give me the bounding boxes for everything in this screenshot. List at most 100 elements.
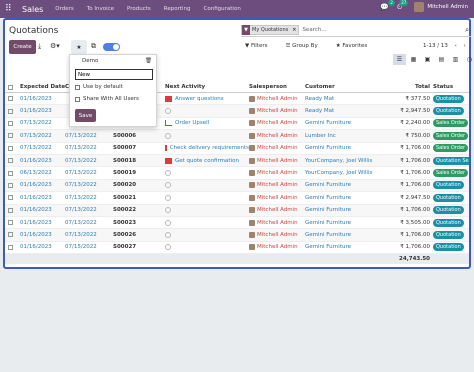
next-activity[interactable] xyxy=(165,231,249,238)
row-checkbox[interactable] xyxy=(5,108,15,114)
chat-badge: 2 xyxy=(388,0,395,6)
activity-icon[interactable] xyxy=(165,194,171,201)
next-activity[interactable]: Answer questions xyxy=(165,95,249,102)
row-checkbox[interactable] xyxy=(5,232,15,238)
row-checkbox[interactable] xyxy=(5,133,15,139)
col-salesperson[interactable]: Salesperson xyxy=(249,84,305,90)
calendar-view-icon[interactable]: ▣ xyxy=(421,54,434,65)
next-activity[interactable] xyxy=(165,194,249,201)
status-badge: Quotation xyxy=(433,94,464,103)
menu-reporting[interactable]: Reporting xyxy=(164,6,191,12)
table-row[interactable]: 01/16/2023 07/13/2022 S00020 Mitchell Admin… xyxy=(5,179,469,193)
search-input[interactable]: Search... xyxy=(302,27,326,33)
search-bar[interactable]: ▼ My Quotations × Search... ⌕ xyxy=(241,24,471,37)
pager-value[interactable]: 1-13 / 13 xyxy=(423,43,448,49)
menu-to-invoice[interactable]: To Invoice xyxy=(87,6,114,12)
app-name[interactable]: Sales xyxy=(22,5,43,14)
table-row[interactable]: 06/13/2022 07/13/2022 S00019 Mitchell Admin… xyxy=(5,167,469,180)
next-activity[interactable]: Get quote confirmation xyxy=(165,157,249,164)
download-icon[interactable]: ⤓ xyxy=(38,42,41,51)
col-customer[interactable]: Customer xyxy=(305,84,375,90)
row-checkbox[interactable] xyxy=(5,170,15,176)
next-activity[interactable]: Order Upsell xyxy=(165,120,249,127)
trash-icon[interactable]: 🗑 xyxy=(145,58,152,64)
row-checkbox[interactable] xyxy=(5,182,15,188)
customer: Ready Mat xyxy=(305,108,335,115)
expected-date: 01/16/2023 xyxy=(20,244,52,251)
activity-icon[interactable] xyxy=(165,219,171,226)
next-activity[interactable] xyxy=(165,108,249,115)
next-activity[interactable] xyxy=(165,132,249,139)
search-icon[interactable]: ⌕ xyxy=(465,26,469,35)
select-all-checkbox[interactable] xyxy=(5,84,15,90)
row-checkbox[interactable] xyxy=(5,120,15,126)
table-row[interactable]: 07/13/2022 07/13/2022 S00007 Check delivery… xyxy=(5,143,469,155)
page-title: Quotations xyxy=(9,26,59,36)
graph-view-icon[interactable]: ▥ xyxy=(449,54,462,65)
filter-name-input[interactable] xyxy=(75,69,153,80)
activity-icon[interactable] xyxy=(165,207,171,214)
row-checkbox[interactable] xyxy=(5,96,15,102)
activity-icon[interactable] xyxy=(165,170,171,177)
table-row[interactable]: 01/16/2023 07/13/2022 S00022 Mitchell Admin… xyxy=(5,204,469,217)
next-activity[interactable] xyxy=(165,170,249,177)
table-row[interactable]: 01/16/2023 07/15/2022 S00027 Mitchell Admin… xyxy=(5,242,469,255)
row-checkbox[interactable] xyxy=(5,220,15,226)
group-by-button[interactable]: ☰ Group By xyxy=(285,43,326,49)
row-checkbox[interactable] xyxy=(5,145,15,151)
table-row[interactable]: 01/16/2023 07/13/2022 S00018 Get quote conf… xyxy=(5,154,469,168)
user-avatar[interactable] xyxy=(414,2,425,12)
star-icon[interactable]: ★ xyxy=(71,40,87,54)
activity-label: Check delivery requirements xyxy=(169,145,249,152)
next-activity[interactable] xyxy=(165,244,249,251)
row-checkbox[interactable] xyxy=(5,158,15,164)
favorites-button[interactable]: ★ Favorites xyxy=(336,43,377,49)
next-activity[interactable]: Check delivery requirements xyxy=(165,145,249,152)
row-checkbox[interactable] xyxy=(5,244,15,250)
activity-icon[interactable] xyxy=(165,182,171,189)
table-row[interactable]: 07/13/2022 07/13/2022 S00006 Mitchell Admin… xyxy=(5,130,469,143)
menu-configuration[interactable]: Configuration xyxy=(204,6,241,12)
list-view-icon[interactable]: ☰ xyxy=(393,54,406,65)
activity-icon[interactable] xyxy=(165,132,171,139)
chat-icon[interactable]: 💬 2 xyxy=(380,0,395,11)
toggle-switch[interactable] xyxy=(103,43,120,51)
activity-icon[interactable] xyxy=(165,231,171,238)
menu-orders[interactable]: Orders xyxy=(55,6,74,12)
table-row[interactable]: 01/16/2023 07/13/2022 S00026 Mitchell Admin… xyxy=(5,229,469,242)
next-activity[interactable] xyxy=(165,207,249,214)
chevron-right-icon[interactable]: › xyxy=(464,43,466,49)
copy-icon[interactable]: ⧉ xyxy=(91,42,96,51)
apps-menu-icon[interactable]: ⠿ xyxy=(5,4,15,14)
create-button[interactable]: Create xyxy=(9,40,36,54)
save-button[interactable]: Save xyxy=(75,109,96,122)
row-checkbox[interactable] xyxy=(5,195,15,201)
col-status[interactable]: Status xyxy=(433,84,469,90)
activity-icon[interactable] xyxy=(165,108,171,115)
col-next-activity[interactable]: Next Activity xyxy=(165,84,249,90)
share-all-checkbox[interactable]: Share With All Users xyxy=(75,96,139,102)
activity-icon[interactable] xyxy=(165,157,172,164)
menu-products[interactable]: Products xyxy=(127,6,151,12)
row-checkbox[interactable] xyxy=(5,207,15,213)
filters-button[interactable]: ▼ Filters xyxy=(245,43,276,49)
col-expected-date[interactable]: Expected Date xyxy=(15,84,65,90)
use-default-checkbox[interactable]: Use by default xyxy=(75,84,123,90)
user-name[interactable]: Mitchell Admin xyxy=(427,4,468,10)
pivot-view-icon[interactable]: ▤ xyxy=(435,54,448,65)
activity-clock-icon[interactable]: ⏲ 27 xyxy=(397,0,409,12)
table-row[interactable]: 01/16/2023 07/13/2022 S00021 Mitchell Admin… xyxy=(5,192,469,205)
gear-icon[interactable]: ⚙▾ xyxy=(50,42,60,50)
activity-view-icon[interactable]: ◷ xyxy=(463,54,474,65)
activity-icon[interactable] xyxy=(165,120,172,127)
col-total[interactable]: Total xyxy=(375,84,433,90)
chevron-left-icon[interactable]: ‹ xyxy=(455,43,457,49)
table-row[interactable]: 01/16/2023 07/13/2022 S00023 Mitchell Admin… xyxy=(5,217,469,230)
remove-facet-icon[interactable]: × xyxy=(290,27,298,33)
activity-icon[interactable] xyxy=(165,95,172,102)
activity-icon[interactable] xyxy=(165,145,167,152)
activity-icon[interactable] xyxy=(165,244,171,251)
kanban-view-icon[interactable]: ▦ xyxy=(407,54,420,65)
next-activity[interactable] xyxy=(165,182,249,189)
next-activity[interactable] xyxy=(165,219,249,226)
